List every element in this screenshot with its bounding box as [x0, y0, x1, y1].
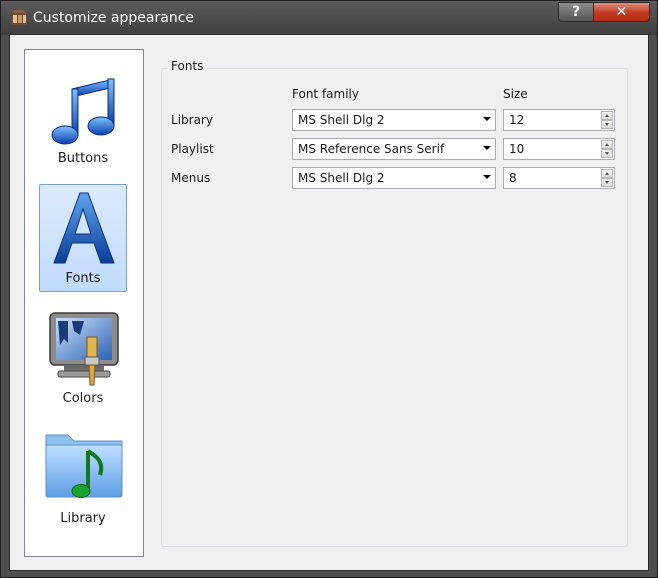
arrow-down-icon — [605, 152, 609, 155]
chevron-down-icon — [483, 117, 491, 121]
arrow-down-icon — [605, 123, 609, 126]
row-label-menus: Menus — [171, 171, 211, 185]
sidebar-item-label: Fonts — [65, 271, 101, 286]
decrement-button[interactable] — [601, 120, 613, 129]
decrement-button[interactable] — [601, 149, 613, 158]
sidebar-item-buttons[interactable]: Buttons — [39, 64, 127, 172]
arrow-down-icon — [605, 181, 609, 184]
font-family-header: Font family — [292, 87, 359, 101]
sidebar-item-library[interactable]: Library — [39, 424, 127, 532]
font-size-spinbox-library[interactable]: 12 — [503, 109, 615, 131]
title-bar[interactable]: Customize appearance ? ✕ — [1, 1, 657, 35]
spinbox-value: 8 — [509, 171, 517, 185]
increment-button[interactable] — [601, 111, 613, 120]
increment-button[interactable] — [601, 169, 613, 178]
sidebar-item-label: Colors — [62, 391, 104, 406]
font-family-dropdown-library[interactable]: MS Shell Dlg 2 — [292, 109, 496, 131]
close-icon: ✕ — [615, 4, 628, 20]
sidebar-item-label: Library — [60, 511, 106, 526]
increment-button[interactable] — [601, 140, 613, 149]
row-label-library: Library — [171, 113, 213, 127]
sidebar-item-colors[interactable]: Colors — [39, 304, 127, 412]
arrow-up-icon — [605, 114, 609, 117]
arrow-up-icon — [605, 172, 609, 175]
music-folder-icon — [45, 434, 123, 498]
spinbox-value: 12 — [509, 113, 525, 127]
dropdown-value: MS Reference Sans Serif — [298, 142, 445, 156]
help-icon: ? — [571, 4, 581, 20]
help-button[interactable]: ? — [558, 2, 594, 22]
chevron-down-icon — [483, 175, 491, 179]
app-icon — [11, 10, 27, 25]
music-notes-icon — [51, 78, 115, 145]
sidebar-item-fonts[interactable]: Fonts — [39, 184, 127, 292]
fonts-group-title: Fonts — [167, 59, 208, 73]
category-list[interactable]: Buttons Fonts Colors Library — [24, 49, 144, 557]
row-label-playlist: Playlist — [171, 142, 214, 156]
decrement-button[interactable] — [601, 178, 613, 187]
font-size-spinbox-playlist[interactable]: 10 — [503, 138, 615, 160]
font-family-dropdown-menus[interactable]: MS Shell Dlg 2 — [292, 167, 496, 189]
font-size-spinbox-menus[interactable]: 8 — [503, 167, 615, 189]
chevron-down-icon — [483, 146, 491, 150]
window-title: Customize appearance — [33, 10, 194, 26]
dropdown-value: MS Shell Dlg 2 — [298, 113, 385, 127]
dialog-body: Buttons Fonts Colors Library Fonts Font … — [9, 34, 649, 571]
monitor-paintbrush-icon — [49, 312, 119, 386]
arrow-up-icon — [605, 143, 609, 146]
close-button[interactable]: ✕ — [593, 2, 650, 22]
size-header: Size — [503, 87, 528, 101]
letter-a-icon — [53, 192, 115, 264]
font-family-dropdown-playlist[interactable]: MS Reference Sans Serif — [292, 138, 496, 160]
dropdown-value: MS Shell Dlg 2 — [298, 171, 385, 185]
sidebar-item-label: Buttons — [57, 151, 109, 166]
spinbox-value: 10 — [509, 142, 525, 156]
window: Customize appearance ? ✕ Buttons Fonts C… — [0, 0, 658, 578]
